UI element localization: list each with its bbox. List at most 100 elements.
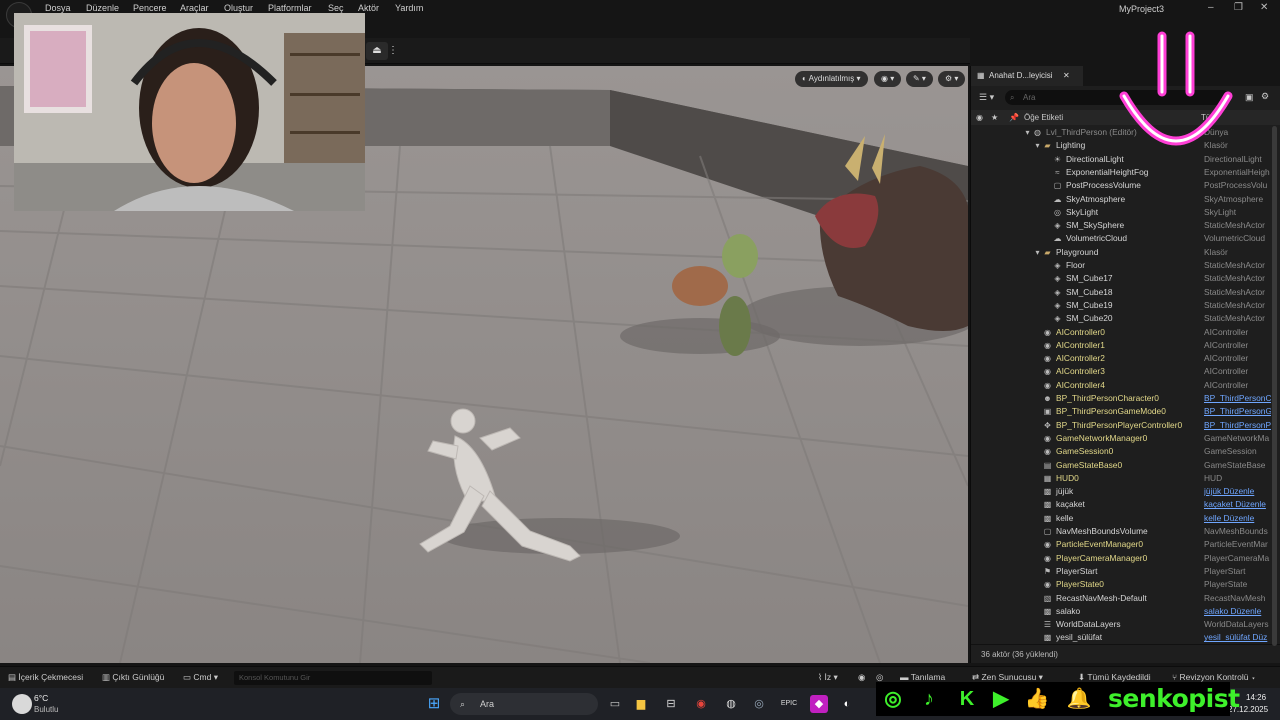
like-icon: 👍 xyxy=(1024,688,1050,710)
outliner-row[interactable]: ◈ SM_Cube19 StaticMeshActor xyxy=(971,299,1273,312)
viewport-settings-button[interactable]: ⚙ ▾ xyxy=(938,71,966,87)
visibility-header-icon[interactable]: ◉ xyxy=(976,110,983,125)
task-view-icon[interactable]: ▭ xyxy=(606,695,624,713)
menu-select[interactable]: Seç xyxy=(328,3,344,13)
file-explorer-icon[interactable]: ▆ xyxy=(632,695,650,713)
outliner-row[interactable]: ◉ GameSession0 GameSession xyxy=(971,445,1273,458)
menu-window[interactable]: Pencere xyxy=(133,3,167,13)
menu-help[interactable]: Yardım xyxy=(395,3,423,13)
outliner-row-type[interactable]: jüjük Düzenle xyxy=(1204,485,1271,498)
outliner-row[interactable]: ☻ BP_ThirdPersonCharacter0 BP_ThirdPersonC xyxy=(971,392,1273,405)
unreal-editor-icon[interactable]: ◐ xyxy=(838,695,856,713)
menu-actor[interactable]: Aktör xyxy=(358,3,379,13)
outliner-row[interactable]: ▦ HUD0 HUD xyxy=(971,472,1273,485)
outliner-row-type[interactable]: kelle Düzenle xyxy=(1204,512,1271,525)
outliner-row[interactable]: ◉ AIController0 AIController xyxy=(971,326,1273,339)
outliner-row-type[interactable]: yesil_sülüfat Düz xyxy=(1204,631,1271,644)
outliner-row[interactable]: ◉ AIController4 AIController xyxy=(971,379,1273,392)
settings-icon[interactable]: ⚙ xyxy=(1261,91,1269,102)
toolbar-more-icon[interactable]: ⋮ xyxy=(388,42,398,60)
outliner-row-type[interactable]: BP_ThirdPersonC xyxy=(1204,392,1271,405)
outliner-row[interactable]: ⚑ PlayerStart PlayerStart xyxy=(971,565,1273,578)
outliner-tab[interactable]: ▦ Anahat D...leyicisi ✕ xyxy=(971,66,1083,86)
outliner-row-type[interactable]: BP_ThirdPersonG xyxy=(1204,405,1271,418)
menu-file[interactable]: Dosya xyxy=(45,3,71,13)
outliner-row[interactable]: ◈ SM_Cube20 StaticMeshActor xyxy=(971,312,1273,325)
store-icon[interactable]: ⊟ xyxy=(662,695,680,713)
menu-edit[interactable]: Düzenle xyxy=(86,3,119,13)
outliner-row[interactable]: ▣ BP_ThirdPersonGameMode0 BP_ThirdPersonG xyxy=(971,405,1273,418)
outliner-row[interactable]: ◉ ParticleEventManager0 ParticleEventMar xyxy=(971,538,1273,551)
outliner-row[interactable]: ▩ kaçaket kaçaket Düzenle xyxy=(971,498,1273,511)
trace-button[interactable]: ⌇ İz ▾ xyxy=(818,672,838,683)
menu-platforms[interactable]: Platformlar xyxy=(268,3,312,13)
epic-games-icon[interactable]: EPIC xyxy=(780,695,798,713)
expand-arrow-icon[interactable]: ▾ xyxy=(1023,128,1032,137)
outliner-row[interactable]: ◈ SM_Cube17 StaticMeshActor xyxy=(971,272,1273,285)
star-header-icon[interactable]: ★ xyxy=(991,110,998,125)
app-icon[interactable]: ◍ xyxy=(722,695,740,713)
maximize-icon[interactable]: ❐ xyxy=(1234,2,1243,13)
column-label-header[interactable]: Öğe Etiketi xyxy=(1024,110,1063,125)
eject-icon[interactable]: ⏏ xyxy=(366,42,388,60)
filter-icon[interactable]: ☰ ▾ xyxy=(979,92,994,103)
weather-icon[interactable] xyxy=(12,694,32,714)
menu-tools[interactable]: Araçlar xyxy=(180,3,209,13)
outliner-scrollbar[interactable] xyxy=(1272,126,1277,646)
controller-icon: ◉ xyxy=(1044,433,1051,443)
tab-close-icon[interactable]: ✕ xyxy=(1063,66,1070,86)
pin-header-icon[interactable]: 📌 xyxy=(1009,110,1019,125)
outliner-row[interactable]: ☁ SkyAtmosphere SkyAtmosphere xyxy=(971,193,1273,206)
output-log-button[interactable]: ▥ Çıktı Günlüğü xyxy=(102,672,164,683)
outliner-row-type[interactable]: BP_ThirdPersonP xyxy=(1204,419,1271,432)
derive-button[interactable]: ▬ Tanılama xyxy=(900,672,945,682)
controller-icon: ◉ xyxy=(1044,380,1051,390)
outliner-row[interactable]: ▤ GameStateBase0 GameStateBase xyxy=(971,459,1273,472)
revision-control-button[interactable]: ⑂ Revizyon Kontrolü ▾ xyxy=(1172,672,1256,682)
outliner-row[interactable]: ≈ ExponentialHeightFog ExponentialHeigh xyxy=(971,166,1273,179)
outliner-row[interactable]: ▧ RecastNavMesh-Default RecastNavMesh xyxy=(971,592,1273,605)
lighting-mode-button[interactable]: ◐ Aydınlatılmış ▾ xyxy=(795,71,868,87)
outliner-row[interactable]: ◈ SM_SkySphere StaticMeshActor xyxy=(971,219,1273,232)
content-drawer-button[interactable]: ▤ İçerik Çekmecesi xyxy=(8,672,83,683)
outliner-row[interactable]: ▩ salako salako Düzenle xyxy=(971,605,1273,618)
outliner-row[interactable]: ◉ PlayerState0 PlayerState xyxy=(971,578,1273,591)
add-folder-icon[interactable]: ▣ xyxy=(1245,92,1254,103)
taskbar-search[interactable]: ⌕ Ara xyxy=(450,693,598,715)
outliner-row[interactable]: ▩ jüjük jüjük Düzenle xyxy=(971,485,1273,498)
outliner-row[interactable]: ▾ ▰ Playground Klasör xyxy=(971,246,1273,259)
outliner-row[interactable]: ◈ SM_Cube18 StaticMeshActor xyxy=(971,286,1273,299)
steam-icon[interactable]: ◎ xyxy=(750,695,768,713)
console-input[interactable]: Konsol Komutunu Gir xyxy=(234,671,432,685)
outliner-row[interactable]: ☰ WorldDataLayers WorldDataLayers xyxy=(971,618,1273,631)
app-pink-icon[interactable]: ◆ xyxy=(810,695,828,713)
outliner-row-type[interactable]: kaçaket Düzenle xyxy=(1204,498,1271,511)
chrome-icon[interactable]: ◉ xyxy=(692,695,710,713)
outliner-row[interactable]: ☁ VolumetricCloud VolumetricCloud xyxy=(971,232,1273,245)
expand-arrow-icon[interactable]: ▾ xyxy=(1033,141,1042,150)
outliner-row[interactable]: ◉ AIController1 AIController xyxy=(971,339,1273,352)
outliner-row[interactable]: ◈ Floor StaticMeshActor xyxy=(971,259,1273,272)
realtime-button[interactable]: ✎ ▾ xyxy=(906,71,933,87)
skylight-icon: ◎ xyxy=(1054,207,1061,217)
minimize-icon[interactable]: – xyxy=(1208,2,1214,13)
light-icon: ◐ xyxy=(802,74,809,83)
outliner-row[interactable]: ◉ PlayerCameraManager0 PlayerCameraMa xyxy=(971,552,1273,565)
record-icon[interactable]: ◉ xyxy=(858,672,865,683)
cmd-dropdown[interactable]: ▭ Cmd ▾ xyxy=(183,672,218,683)
close-icon[interactable]: ✕ xyxy=(1260,2,1268,13)
expand-arrow-icon[interactable]: ▾ xyxy=(1033,248,1042,257)
outliner-row[interactable]: ◉ AIController2 AIController xyxy=(971,352,1273,365)
outliner-row[interactable]: ◉ AIController3 AIController xyxy=(971,365,1273,378)
windows-start-icon[interactable]: ⊞ xyxy=(425,695,443,713)
outliner-row-type[interactable]: salako Düzenle xyxy=(1204,605,1271,618)
outliner-row[interactable]: ▩ yesil_sülüfat yesil_sülüfat Düz xyxy=(971,631,1273,644)
outliner-row[interactable]: ▢ PostProcessVolume PostProcessVolu xyxy=(971,179,1273,192)
show-flags-button[interactable]: ◉ ▾ xyxy=(874,71,902,87)
outliner-row[interactable]: ▢ NavMeshBoundsVolume NavMeshBounds xyxy=(971,525,1273,538)
menu-build[interactable]: Oluştur xyxy=(224,3,253,13)
outliner-row[interactable]: ◉ GameNetworkManager0 GameNetworkMa xyxy=(971,432,1273,445)
outliner-row[interactable]: ✥ BP_ThirdPersonPlayerController0 BP_Third… xyxy=(971,419,1273,432)
outliner-row[interactable]: ▩ kelle kelle Düzenle xyxy=(971,512,1273,525)
outliner-row[interactable]: ◎ SkyLight SkyLight xyxy=(971,206,1273,219)
